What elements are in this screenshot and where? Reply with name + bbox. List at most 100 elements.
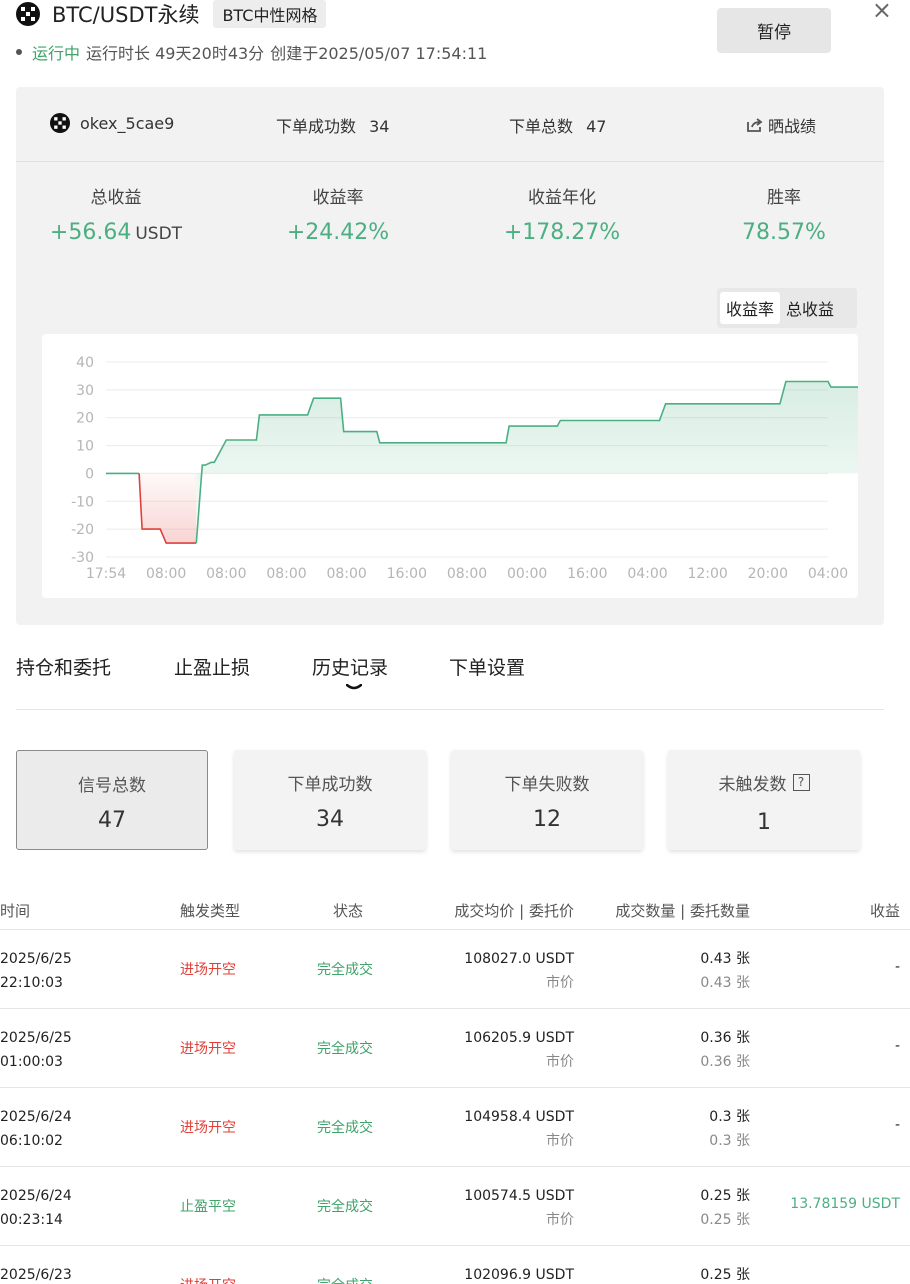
stat-value: +56.64 USDT	[16, 220, 216, 245]
stat-label: 收益率	[312, 188, 364, 208]
row-profit: 13.78159 USDT	[790, 1196, 900, 1212]
col-trigger: 触发类型	[180, 902, 241, 920]
title-row: BTC/USDT永续 BTC中性网格	[16, 0, 327, 28]
row-profit: -	[894, 1117, 900, 1133]
toggle-return-rate[interactable]: 收益率	[720, 292, 781, 324]
y-tick-label: -10	[71, 494, 94, 510]
row-qty: 0.25 张	[700, 1263, 750, 1284]
stat-annualized: 收益年化 +178.27%	[462, 183, 662, 245]
tab-bar: 持仓和委托 止盈止损 历史记录 下单设置	[16, 640, 884, 710]
y-tick-label: 20	[76, 411, 94, 427]
panel-top-row: okex_5cae9 下单成功数 34 下单总数 47 晒战绩	[16, 87, 884, 162]
row-fill-qty: 0.25 张	[700, 1267, 750, 1283]
y-tick-label: -30	[71, 550, 94, 566]
col-profit: 收益	[869, 902, 900, 920]
row-fill-qty: 0.43 张	[700, 951, 750, 967]
row-order-price: 市价	[546, 1133, 574, 1149]
series-area-pos	[196, 381, 889, 544]
card-label: 信号总数	[78, 776, 146, 796]
x-tick-label: 08:00	[146, 566, 186, 582]
row-fill-qty: 0.3 张	[709, 1109, 750, 1125]
table-row: 2025/6/25 01:00:03 进场开空 完全成交 106205.9 USDT 市价…	[0, 1009, 910, 1088]
row-qty: 0.36 张 0.36 张	[700, 1026, 750, 1074]
tab-order-settings[interactable]: 下单设置	[449, 653, 525, 680]
row-fill-qty: 0.25 张	[700, 1188, 750, 1204]
tab-tpsl[interactable]: 止盈止损	[174, 653, 250, 680]
row-order-price: 市价	[546, 1054, 574, 1070]
row-trigger: 进场开空	[180, 1275, 236, 1284]
card-failed-orders[interactable]: 下单失败数 12	[451, 750, 643, 850]
x-tick-label: 08:00	[206, 566, 246, 582]
row-order-qty: 0.43 张	[700, 975, 750, 991]
row-order-price: 市价	[546, 975, 574, 991]
stat-win-rate: 胜率 78.57%	[684, 183, 884, 245]
y-tick-label: 40	[76, 355, 94, 371]
account-name: okex_5cae9	[80, 113, 175, 133]
table-row: 2025/6/24 00:23:14 止盈平空 完全成交 100574.5 USDT 市价…	[0, 1167, 910, 1246]
okx-logo-icon	[16, 2, 40, 26]
status-row: 运行中 运行时长 49天20时43分 创建于2025/05/07 17:54:1…	[16, 40, 487, 64]
card-value: 1	[757, 810, 771, 835]
x-tick-label: 00:00	[507, 566, 547, 582]
tab-history[interactable]: 历史记录	[312, 653, 388, 680]
card-untriggered[interactable]: 未触发数? 1	[668, 750, 860, 850]
profit-chart: 40 30 20 10 0 -10 -20 -30 17:54 08:00 08:00 08:00 08…	[42, 334, 889, 598]
x-tick-label: 08:00	[447, 566, 487, 582]
status-dot-icon	[16, 49, 22, 55]
card-value: 34	[316, 807, 344, 832]
row-price: 106205.9 USDT 市价	[464, 1026, 574, 1074]
stats-row: 总收益 +56.64 USDT 收益率 +24.42% 收益年化 +178.27%…	[16, 183, 884, 253]
card-value: 12	[533, 807, 561, 832]
row-price: 104958.4 USDT 市价	[464, 1105, 574, 1153]
close-icon[interactable]: ×	[872, 0, 892, 24]
series-area-neg	[139, 473, 197, 544]
row-status: 完全成交	[317, 1120, 373, 1136]
toggle-total-profit[interactable]: 总收益	[780, 292, 840, 324]
row-time: 2025/6/24 00:23:14	[0, 1184, 72, 1232]
share-button[interactable]: 晒战绩	[746, 113, 816, 137]
row-date: 2025/6/24	[0, 1109, 72, 1125]
runtime-text: 运行时长 49天20时43分	[86, 44, 265, 63]
row-date: 2025/6/25	[0, 951, 72, 967]
pause-button[interactable]: 暂停	[717, 8, 831, 53]
row-trigger: 进场开空	[180, 1120, 236, 1136]
row-fill-price: 104958.4 USDT	[464, 1109, 574, 1125]
row-clock: 00:23:14	[0, 1212, 63, 1228]
total-orders-value: 47	[586, 117, 607, 136]
col-status: 状态	[333, 902, 364, 920]
success-orders-label: 下单成功数	[276, 117, 357, 136]
stat-value: 78.57%	[742, 220, 826, 245]
y-tick-label: 10	[76, 439, 94, 455]
page-title: BTC/USDT永续	[52, 3, 200, 27]
summary-panel: okex_5cae9 下单成功数 34 下单总数 47 晒战绩 总收益 +56.…	[16, 87, 889, 625]
card-success-orders[interactable]: 下单成功数 34	[234, 750, 426, 850]
row-trigger: 进场开空	[180, 962, 236, 978]
row-time: 2025/6/25 22:10:03	[0, 947, 72, 995]
row-price: 102096.9 USDT	[464, 1263, 574, 1284]
card-label: 未触发数?	[668, 770, 860, 795]
help-icon[interactable]: ?	[792, 774, 810, 791]
success-orders-value: 34	[369, 117, 390, 136]
active-tab-indicator	[346, 684, 362, 690]
row-date: 2025/6/23	[0, 1267, 72, 1283]
row-qty: 0.25 张 0.25 张	[700, 1184, 750, 1232]
row-order-qty: 0.3 张	[709, 1133, 750, 1149]
stat-value: +24.42%	[286, 220, 390, 245]
total-orders-label: 下单总数	[509, 117, 574, 136]
col-price: 成交均价 | 委托价	[454, 902, 574, 920]
x-tick-label: 04:00	[808, 566, 848, 582]
x-tick-label: 04:00	[627, 566, 667, 582]
okx-account-icon	[50, 113, 70, 133]
status-badge: 运行中	[32, 44, 81, 63]
y-tick-label: 0	[85, 466, 94, 482]
row-clock: 22:10:03	[0, 975, 63, 991]
y-tick-label: -20	[71, 522, 94, 538]
stat-label: 收益年化	[528, 188, 596, 208]
row-profit: -	[894, 1038, 900, 1054]
tab-positions[interactable]: 持仓和委托	[16, 653, 111, 680]
chart-toggle: 收益率 总收益	[717, 288, 857, 328]
share-label: 晒战绩	[768, 117, 817, 136]
card-total-signals[interactable]: 信号总数 47	[16, 750, 208, 850]
x-tick-label: 12:00	[687, 566, 727, 582]
strategy-tag: BTC中性网格	[213, 0, 327, 28]
